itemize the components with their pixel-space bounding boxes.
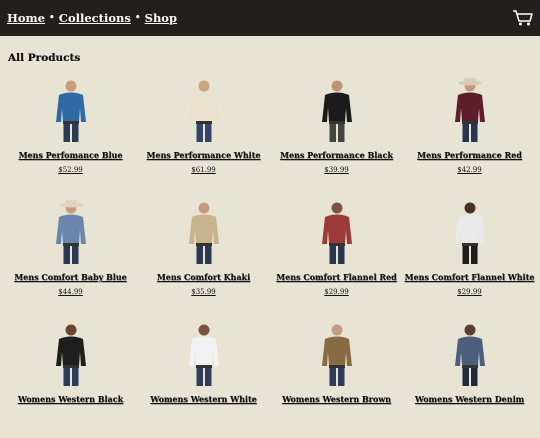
product-image[interactable]	[51, 76, 91, 142]
cart-icon[interactable]	[512, 9, 534, 27]
breadcrumb-collections-link[interactable]: Collections	[59, 11, 131, 25]
product-name-link[interactable]: Womens Western Denim	[403, 394, 536, 404]
product-price: $29.99	[324, 288, 349, 296]
breadcrumb-separator: •	[49, 13, 55, 23]
breadcrumb-separator: •	[134, 13, 141, 23]
product-price: $42.99	[457, 166, 482, 174]
product-price: $44.99	[58, 288, 83, 296]
product-image[interactable]	[184, 320, 224, 386]
product-name-link[interactable]: Mens Comfort Flannel Red	[270, 272, 403, 282]
product-image[interactable]	[450, 198, 490, 264]
product-name-link[interactable]: Mens Comfort Baby Blue	[4, 272, 137, 282]
breadcrumb: Home • Collections • Shop	[7, 11, 177, 25]
product-price: $35.99	[191, 288, 216, 296]
product-image[interactable]	[317, 198, 357, 264]
product-card[interactable]: Mens Performance Red $42.99	[403, 72, 536, 194]
product-card[interactable]: Mens Perfomance Blue $52.99	[4, 72, 137, 194]
product-card[interactable]: Mens Comfort Flannel White $29.99	[403, 194, 536, 316]
product-name-link[interactable]: Mens Comfort Khaki	[137, 272, 270, 282]
top-nav-bar: Home • Collections • Shop	[0, 0, 540, 36]
breadcrumb-home-link[interactable]: Home	[7, 11, 45, 25]
product-card[interactable]: Mens Comfort Khaki $35.99	[137, 194, 270, 316]
product-name-link[interactable]: Mens Comfort Flannel White	[403, 272, 536, 282]
page-title: All Products	[8, 52, 81, 64]
product-card[interactable]: Womens Western White	[137, 316, 270, 438]
product-card[interactable]: Womens Western Denim	[403, 316, 536, 438]
product-image[interactable]	[450, 320, 490, 386]
product-image[interactable]	[184, 76, 224, 142]
product-price: $39.99	[324, 166, 349, 174]
product-image[interactable]	[51, 198, 91, 264]
product-name-link[interactable]: Womens Western Brown	[270, 394, 403, 404]
product-image[interactable]	[317, 76, 357, 142]
product-name-link[interactable]: Mens Performance Red	[403, 150, 536, 160]
product-image[interactable]	[317, 320, 357, 386]
product-image[interactable]	[184, 198, 224, 264]
product-card[interactable]: Mens Performance Black $39.99	[270, 72, 403, 194]
product-price: $52.99	[58, 166, 83, 174]
breadcrumb-shop-link[interactable]: Shop	[145, 11, 177, 25]
product-name-link[interactable]: Womens Western White	[137, 394, 270, 404]
product-card[interactable]: Mens Comfort Flannel Red $29.99	[270, 194, 403, 316]
product-grid: Mens Perfomance Blue $52.99 Mens Perform…	[0, 72, 540, 438]
product-name-link[interactable]: Mens Perfomance Blue	[4, 150, 137, 160]
product-image[interactable]	[450, 76, 490, 142]
product-image[interactable]	[51, 320, 91, 386]
product-card[interactable]: Mens Comfort Baby Blue $44.99	[4, 194, 137, 316]
product-card[interactable]: Womens Western Black	[4, 316, 137, 438]
product-name-link[interactable]: Mens Performance White	[137, 150, 270, 160]
product-card[interactable]: Mens Performance White $61.99	[137, 72, 270, 194]
product-name-link[interactable]: Mens Performance Black	[270, 150, 403, 160]
product-price: $61.99	[191, 166, 216, 174]
product-name-link[interactable]: Womens Western Black	[4, 394, 137, 404]
product-card[interactable]: Womens Western Brown	[270, 316, 403, 438]
product-price: $29.99	[457, 288, 482, 296]
